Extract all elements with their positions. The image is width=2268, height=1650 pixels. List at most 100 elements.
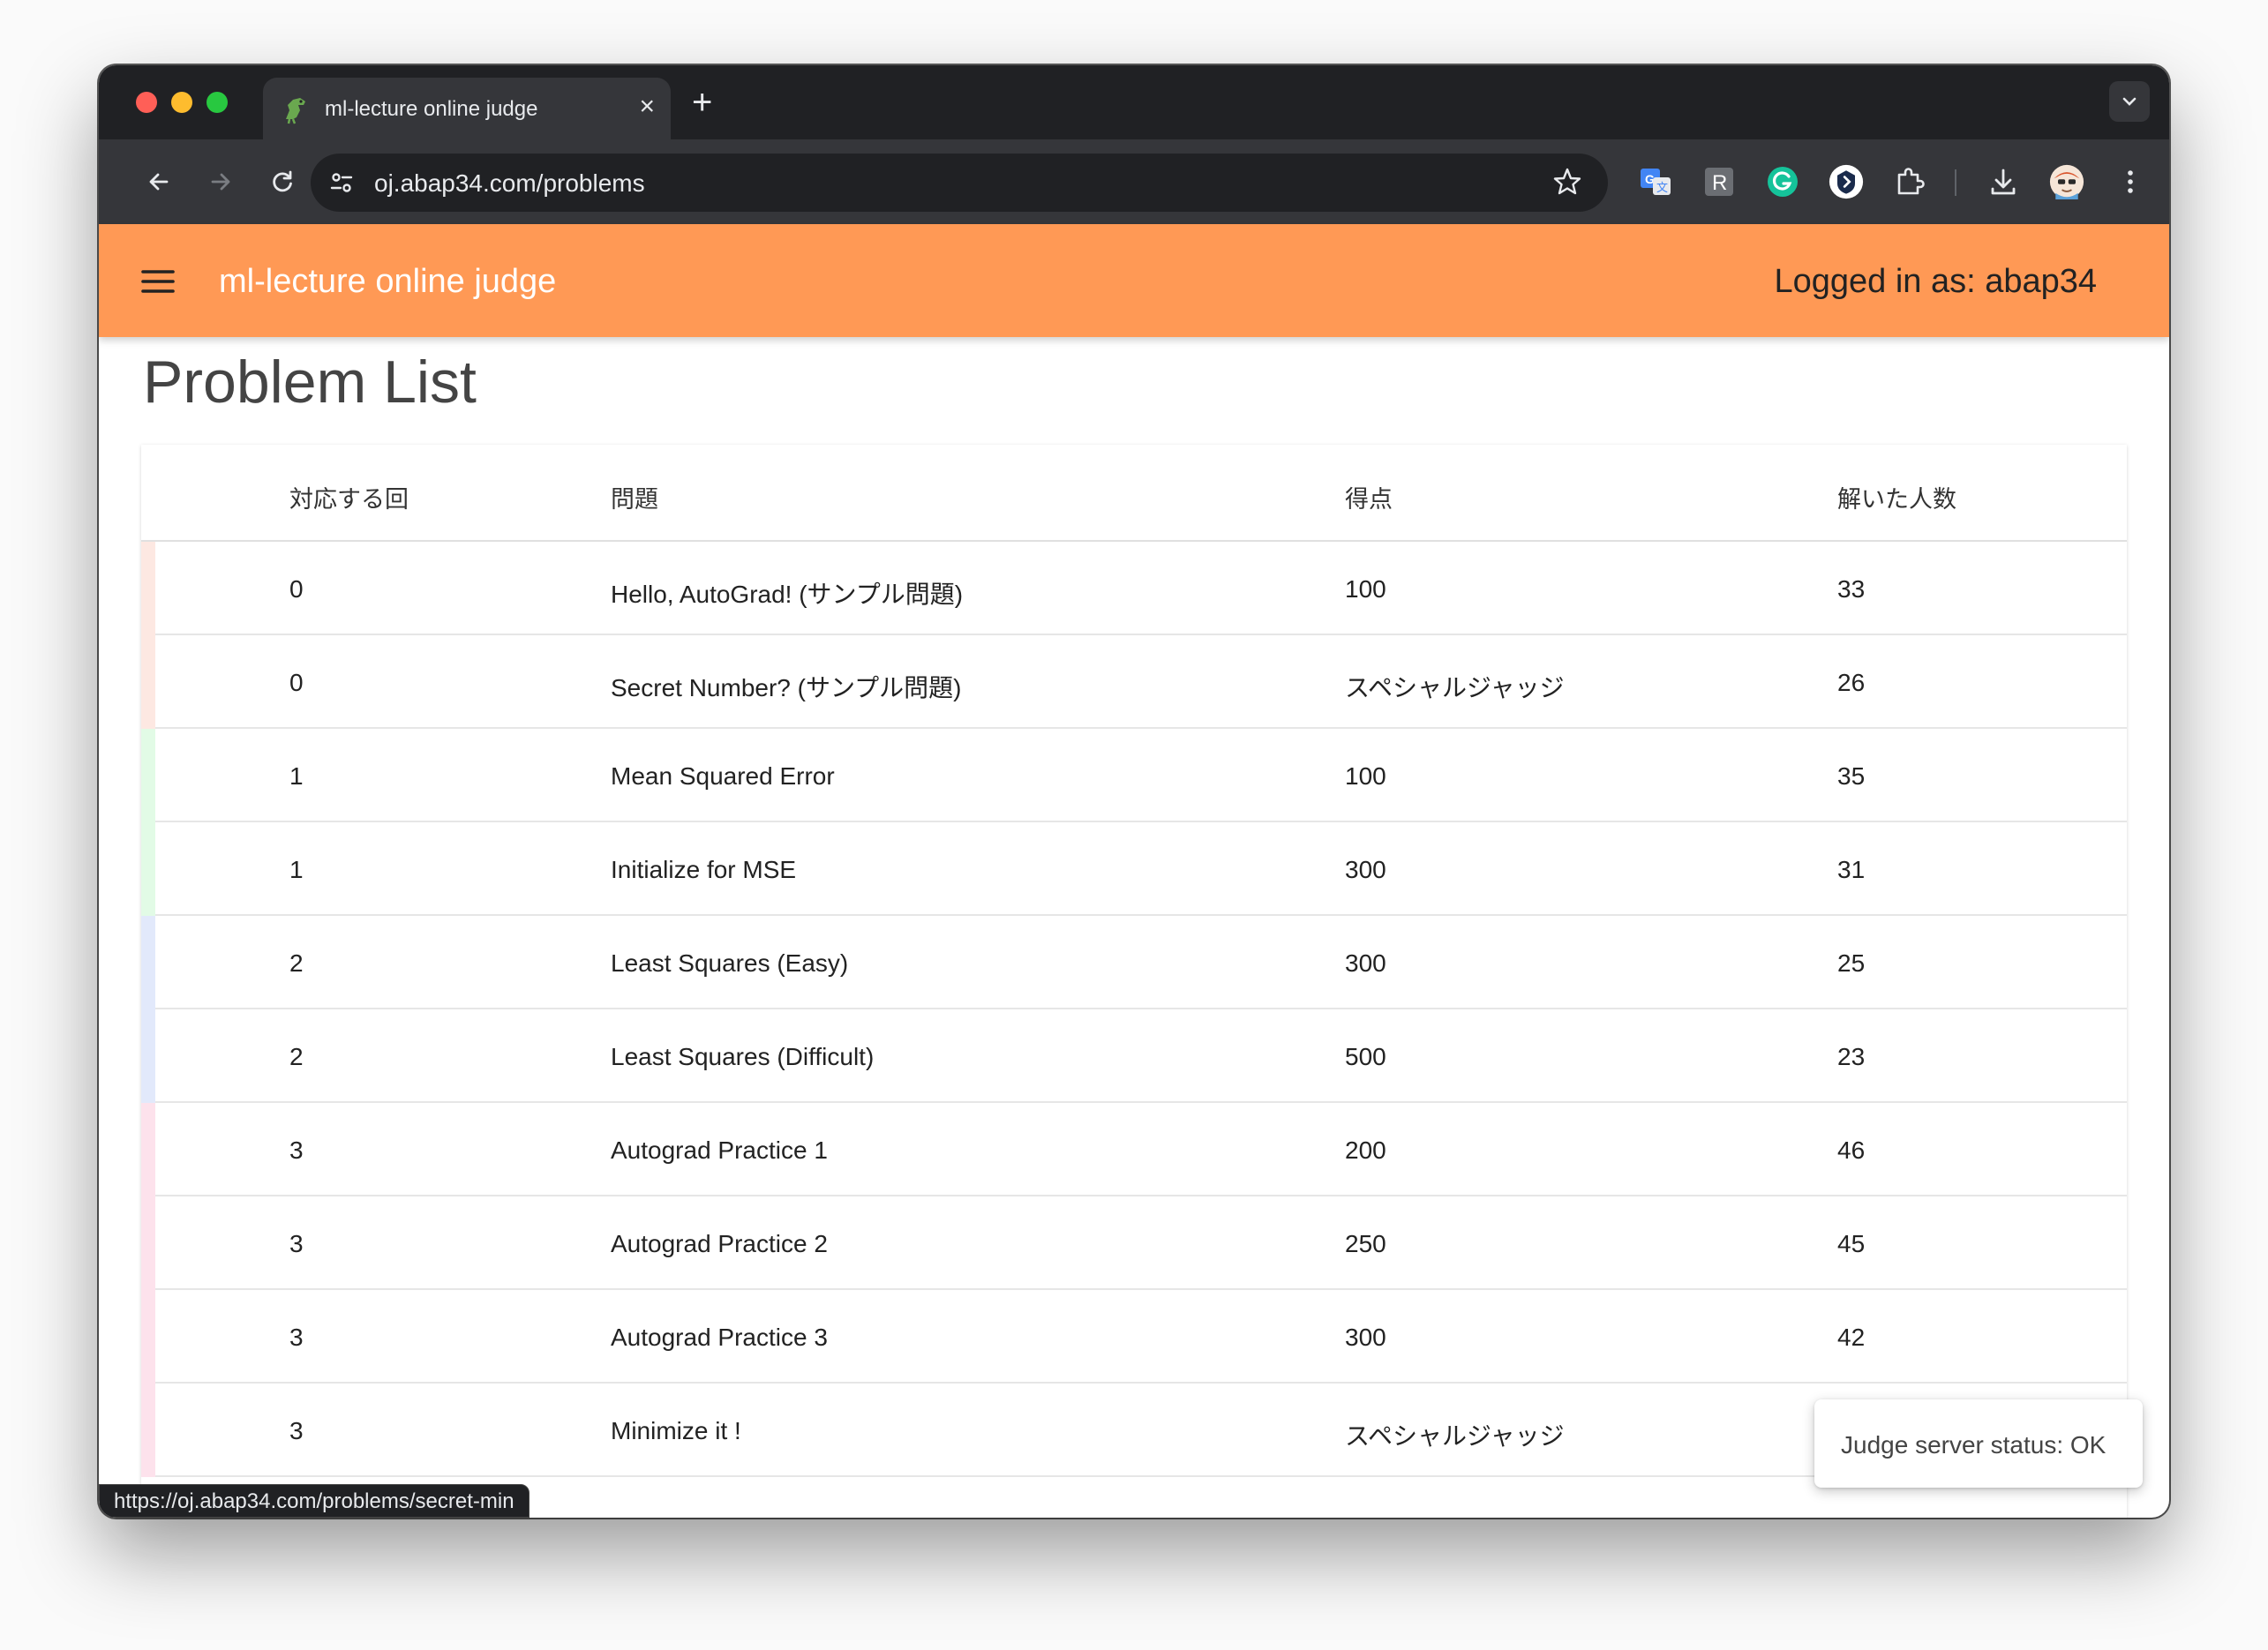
cell-problem[interactable]: Minimize it ! [611,1417,741,1445]
back-button[interactable] [139,162,178,201]
toolbar-separator [1955,169,1956,196]
round-color-stripe [141,916,155,1009]
download-icon[interactable] [1986,164,2021,199]
judge-status-toast: Judge server status: OK [1814,1399,2143,1488]
cell-problem[interactable]: Hello, AutoGrad! (サンプル問題) [611,575,963,611]
cell-score: 250 [1345,1230,1386,1257]
cell-score: 300 [1345,1324,1386,1351]
cell-round: 2 [289,1043,304,1070]
cell-round: 3 [289,1324,304,1351]
cell-problem[interactable]: Autograd Practice 1 [611,1136,828,1165]
table-row[interactable]: 1 Mean Squared Error 100 35 [141,729,2127,822]
cell-round: 2 [289,949,304,977]
new-tab-button[interactable]: + [692,85,712,120]
minimize-window-button[interactable] [171,92,192,113]
problem-table: 対応する回 問題 得点 解いた人数 0 Hello, AutoGrad! (サンプ… [141,445,2127,1518]
round-color-stripe [141,542,155,635]
cell-solved: 35 [1837,762,1866,790]
app-header: ml-lecture online judge Logged in as: ab… [99,224,2169,337]
cell-score: 200 [1345,1136,1386,1164]
column-header-solved[interactable]: 解いた人数 [1837,480,1956,514]
page-title: Problem List [143,349,477,416]
round-color-stripe [141,1196,155,1290]
round-color-stripe [141,1009,155,1103]
cell-score: スペシャルジャッジ [1345,674,1565,701]
judge-status-text: Judge server status: OK [1841,1431,2107,1459]
round-color-stripe [141,1103,155,1196]
cell-problem[interactable]: Least Squares (Difficult) [611,1043,874,1071]
cell-round: 1 [289,856,304,883]
cell-round: 3 [289,1417,304,1444]
close-tab-icon[interactable]: × [639,92,655,122]
table-header-row: 対応する回 問題 得点 解いた人数 [141,445,2127,542]
cell-score: 300 [1345,856,1386,883]
arrow-right-icon [211,173,230,191]
app-title[interactable]: ml-lecture online judge [219,263,556,301]
cell-solved: 26 [1837,669,1866,696]
table-row[interactable]: 0 Hello, AutoGrad! (サンプル問題) 100 33 [141,542,2127,635]
translate-icon[interactable]: G 文 [1638,164,1673,199]
cell-solved: 25 [1837,949,1866,977]
cell-score: 100 [1345,575,1386,603]
site-info-icon[interactable] [328,169,355,196]
zoom-window-button[interactable] [207,92,228,113]
cell-round: 0 [289,669,304,696]
table-row[interactable]: 2 Least Squares (Easy) 300 25 [141,916,2127,1009]
column-header-problem[interactable]: 問題 [611,480,658,514]
tab-title: ml-lecture online judge [325,97,538,121]
column-header-score[interactable]: 得点 [1345,480,1393,514]
cell-problem[interactable]: Autograd Practice 2 [611,1230,828,1258]
tab-strip: ml-lecture online judge × + [99,65,2169,139]
shield-extension-icon[interactable] [1829,164,1864,199]
table-row[interactable]: 3 Autograd Practice 3 300 42 [141,1290,2127,1384]
more-vertical-icon[interactable] [2113,164,2148,199]
puzzle-extensions-icon[interactable] [1892,164,1927,199]
reload-button[interactable] [263,162,302,201]
cell-score: スペシャルジャッジ [1345,1422,1565,1450]
table-row[interactable]: 2 Least Squares (Difficult) 500 23 [141,1009,2127,1103]
cell-problem[interactable]: Least Squares (Easy) [611,949,848,978]
browser-window: ml-lecture online judge × + oj.abap34.co… [99,65,2169,1518]
r-extension-icon[interactable]: R [1701,164,1737,199]
table-row[interactable]: 1 Initialize for MSE 300 31 [141,822,2127,916]
profile-avatar-icon[interactable] [2049,164,2084,199]
close-window-button[interactable] [136,92,157,113]
round-color-stripe [141,635,155,729]
address-bar[interactable]: oj.abap34.com/problems [311,154,1608,212]
cell-score: 500 [1345,1043,1386,1070]
cell-solved: 42 [1837,1324,1866,1351]
browser-toolbar: oj.abap34.com/problems G 文 R [99,139,2169,224]
table-row[interactable]: 3 Autograd Practice 2 250 45 [141,1196,2127,1290]
forward-button[interactable] [201,162,240,201]
hamburger-menu-icon[interactable] [139,263,176,300]
cell-round: 3 [289,1136,304,1164]
cell-round: 3 [289,1230,304,1257]
link-preview-status: https://oj.abap34.com/problems/secret-mi… [99,1484,529,1518]
svg-text:文: 文 [1656,181,1668,194]
url-text: oj.abap34.com/problems [374,169,645,197]
cell-solved: 33 [1837,575,1866,603]
cell-score: 300 [1345,949,1386,977]
table-row[interactable]: 3 Autograd Practice 1 200 46 [141,1103,2127,1196]
cell-problem[interactable]: Secret Number? (サンプル問題) [611,669,961,704]
grammarly-icon[interactable] [1765,164,1800,199]
svg-text:R: R [1712,171,1727,195]
cell-problem[interactable]: Initialize for MSE [611,856,796,884]
desktop-background: ml-lecture online judge × + oj.abap34.co… [0,0,2268,1650]
browser-tab[interactable]: ml-lecture online judge × [263,78,671,139]
round-color-stripe [141,1384,155,1477]
logged-in-user-label: Logged in as: abap34 [1774,263,2097,300]
dinosaur-icon [286,98,305,124]
arrow-left-icon [149,173,169,191]
column-header-round[interactable]: 対応する回 [289,480,409,514]
chevron-down-icon [2122,97,2137,106]
bookmark-star-icon[interactable] [1551,166,1583,198]
cell-solved: 45 [1837,1230,1866,1257]
cell-problem[interactable]: Mean Squared Error [611,762,835,791]
tab-search-button[interactable] [2109,81,2150,122]
cell-round: 1 [289,762,304,790]
table-row[interactable]: 0 Secret Number? (サンプル問題) スペシャルジャッジ 26 [141,635,2127,729]
cell-solved: 46 [1837,1136,1866,1164]
cell-problem[interactable]: Autograd Practice 3 [611,1324,828,1352]
cell-solved: 31 [1837,856,1866,883]
